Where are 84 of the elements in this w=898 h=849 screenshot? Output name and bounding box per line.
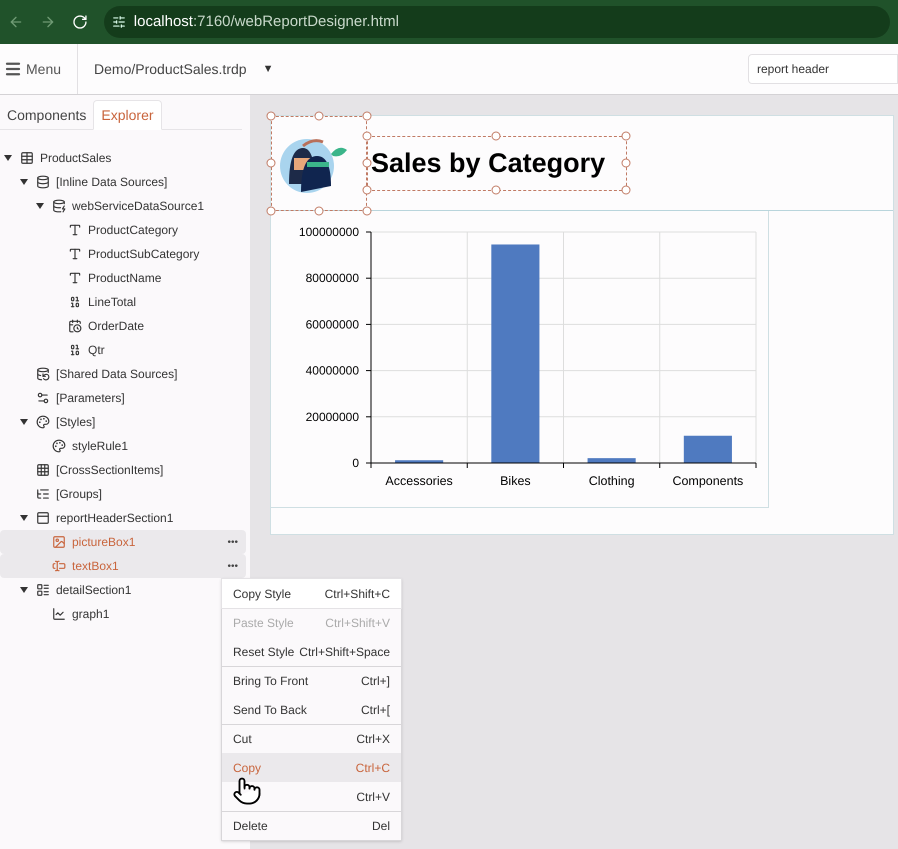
text-field-icon — [68, 247, 82, 261]
tree-item-label[interactable]: reportHeaderSection1 — [56, 509, 174, 527]
more-options-button[interactable]: ••• — [227, 534, 238, 550]
calendar-icon — [68, 319, 82, 333]
reload-icon[interactable] — [72, 14, 88, 30]
tree-item-label[interactable]: styleRule1 — [72, 437, 128, 455]
tree-item-label[interactable]: graph1 — [72, 605, 110, 623]
chart-area[interactable]: 0 20000000 40000000 60000000 80000000 100000000 Accessories Bikes Clothing Components — [271, 211, 769, 508]
tree-item-label[interactable]: [Groups] — [56, 485, 102, 503]
site-info-icon[interactable] — [112, 15, 126, 29]
list-icon — [36, 487, 50, 501]
panel-tab[interactable]: Explorer — [93, 100, 162, 130]
panel-tab[interactable]: Components — [0, 100, 94, 130]
expanded-arrow-icon[interactable] — [36, 203, 44, 209]
bar — [588, 458, 636, 463]
context-menu-item[interactable]: Ctrl+V — [222, 782, 401, 811]
tree-item-label[interactable]: [Shared Data Sources] — [56, 365, 178, 383]
context-menu-item[interactable]: Send To Back Ctrl+[ — [222, 695, 401, 724]
table-icon — [20, 151, 34, 165]
url-host: localhost — [134, 12, 193, 32]
bar — [395, 460, 444, 463]
tree-item-label[interactable]: ProductSubCategory — [88, 245, 200, 263]
expanded-arrow-icon[interactable] — [20, 179, 28, 185]
palette-icon — [36, 415, 50, 429]
y-tick-label: 0 — [352, 456, 359, 470]
menu-icon — [4, 60, 22, 78]
x-tick-label: Clothing — [588, 474, 635, 488]
number-field-icon — [68, 343, 82, 357]
context-menu-item[interactable]: Bring To Front Ctrl+] — [222, 666, 401, 695]
tree-item-label[interactable]: [Styles] — [56, 413, 96, 431]
text-field-icon — [68, 271, 82, 285]
image-icon — [52, 535, 66, 549]
address-bar[interactable]: localhost:7160/webReportDesigner.html — [104, 6, 890, 38]
database-icon — [36, 367, 50, 381]
tree-item-label[interactable]: webServiceDataSource1 — [72, 197, 204, 215]
context-menu-item[interactable]: Delete Del — [222, 811, 401, 840]
section-icon — [36, 583, 50, 597]
report-file-name: Demo/ProductSales.trdp — [94, 60, 247, 79]
tree-item-label[interactable]: detailSection1 — [56, 581, 132, 599]
y-tick-label: 20000000 — [306, 410, 359, 424]
x-tick-label: Bikes — [500, 474, 531, 488]
tree-item-label[interactable]: ProductCategory — [88, 221, 178, 239]
section-icon — [36, 511, 50, 525]
tree-item-label[interactable]: [Inline Data Sources] — [56, 173, 168, 191]
expanded-arrow-icon[interactable] — [20, 419, 28, 425]
y-tick-label: 80000000 — [306, 271, 359, 286]
menu-button[interactable]: Menu — [0, 44, 78, 94]
sliders-icon — [36, 391, 50, 405]
report-title: Sales by Category — [371, 147, 606, 180]
url-path: :7160/webReportDesigner.html — [192, 12, 399, 32]
chart-icon — [52, 607, 66, 621]
database-icon — [52, 199, 66, 213]
tree-item-label[interactable]: Qtr — [88, 341, 105, 359]
textbox-icon — [52, 559, 66, 573]
x-tick-label: Components — [672, 474, 744, 488]
dropdown-caret[interactable]: ▼ — [262, 60, 274, 78]
database-icon — [36, 175, 50, 189]
number-field-icon — [68, 295, 82, 309]
y-tick-label: 100000000 — [298, 225, 359, 239]
expanded-arrow-icon[interactable] — [4, 155, 12, 161]
context-menu-item[interactable]: Reset Style Ctrl+Shift+Space — [222, 637, 401, 666]
tree-item-label[interactable]: [Parameters] — [56, 389, 125, 407]
expanded-arrow-icon[interactable] — [20, 515, 28, 521]
context-menu-item[interactable]: Copy Style Ctrl+Shift+C — [222, 579, 401, 608]
tree-item-label[interactable]: ProductSales — [40, 149, 112, 167]
x-tick-label: Accessories — [385, 474, 453, 488]
palette-icon — [52, 439, 66, 453]
back-icon[interactable] — [8, 14, 24, 30]
bar — [684, 436, 732, 463]
more-options-button[interactable]: ••• — [227, 558, 238, 574]
tree-item-label[interactable]: ProductName — [88, 269, 162, 287]
tree-item-label[interactable]: LineTotal — [88, 293, 136, 311]
search-field[interactable]: report header — [748, 54, 898, 84]
y-tick-label: 40000000 — [306, 364, 359, 378]
tree-item-highlight[interactable]: pictureBox1 ••• — [0, 530, 246, 554]
grid-icon — [36, 463, 50, 477]
text-field-icon — [68, 223, 82, 237]
hand-cursor-icon — [232, 776, 262, 806]
tree-item-highlight[interactable]: textBox1 ••• — [0, 554, 246, 578]
tree-item-label[interactable]: OrderDate — [88, 317, 144, 335]
forward-icon[interactable] — [40, 14, 56, 30]
expanded-arrow-icon[interactable] — [20, 587, 28, 593]
tree-item-label[interactable]: [CrossSectionItems] — [56, 461, 164, 479]
y-tick-label: 60000000 — [306, 317, 359, 332]
